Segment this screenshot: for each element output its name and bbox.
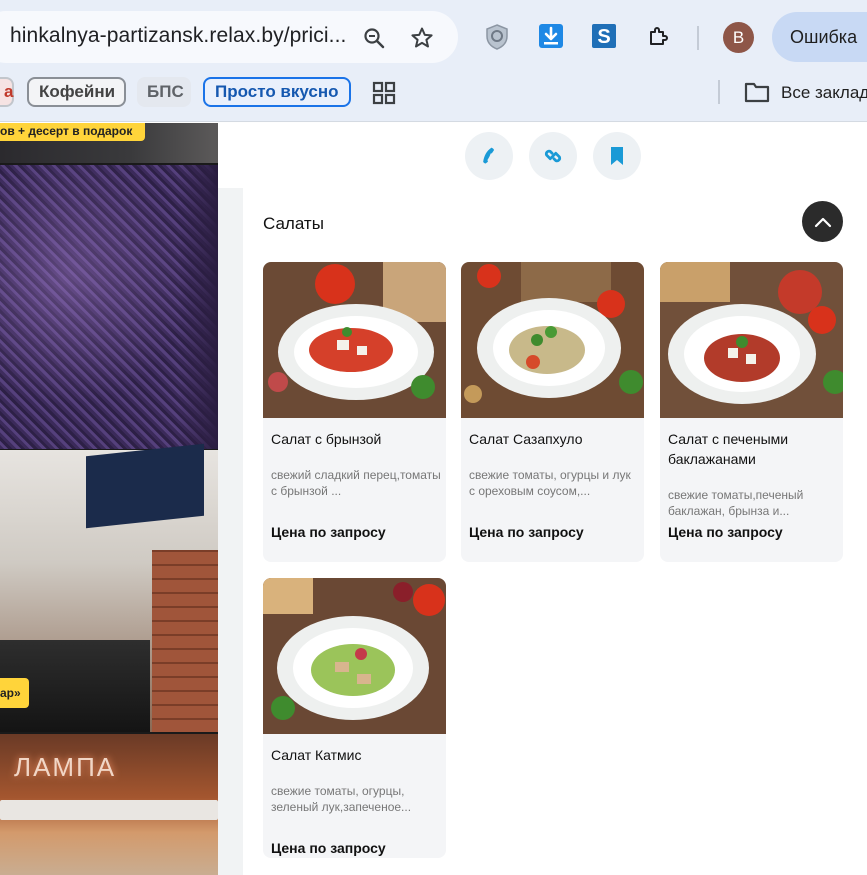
dish-photo[interactable] bbox=[461, 262, 644, 418]
bookmarks-separator bbox=[718, 80, 720, 104]
chevron-up-icon bbox=[814, 217, 831, 227]
photo-sequin-wall[interactable] bbox=[0, 165, 218, 449]
dish-name[interactable]: Салат с брынзой bbox=[271, 429, 441, 449]
dish-description: свежие томаты,печеный баклажан, брынза и… bbox=[668, 488, 804, 518]
extensions-puzzle-icon[interactable] bbox=[643, 20, 675, 52]
photo-bar-interior[interactable] bbox=[0, 443, 218, 732]
section-title: Салаты bbox=[263, 214, 324, 233]
bookmark-star-icon[interactable] bbox=[406, 22, 438, 54]
toolbar-separator bbox=[697, 26, 699, 50]
dish-name[interactable]: Салат Катмис bbox=[271, 745, 441, 765]
call-button[interactable] bbox=[465, 132, 513, 180]
dish-description: свежие томаты, огурцы, зеленый лук,запеч… bbox=[271, 784, 412, 814]
dish-photo[interactable] bbox=[263, 262, 446, 418]
photo-terrace[interactable]: ЛАМПА bbox=[0, 734, 218, 875]
dish-price: Цена по запросу bbox=[668, 524, 783, 540]
svg-text:S: S bbox=[597, 26, 610, 48]
s-extension-icon[interactable]: S bbox=[588, 20, 620, 52]
content-area: Салаты Салат с брынзой свежий сладкий пе… bbox=[218, 188, 867, 875]
bookmark-coffee[interactable]: Кофейни bbox=[27, 77, 126, 107]
collapse-section-button[interactable] bbox=[802, 201, 843, 242]
dish-card[interactable]: Салат Сазапхуло свежие томаты, огурцы и … bbox=[461, 262, 644, 562]
dish-description: свежие томаты, огурцы и лук с ореховым с… bbox=[469, 468, 631, 498]
action-bar bbox=[218, 123, 867, 188]
menu-section-panel: Салаты Салат с брынзой свежий сладкий пе… bbox=[243, 188, 867, 875]
bookmark-partial[interactable]: а bbox=[0, 77, 14, 107]
phone-icon bbox=[483, 147, 494, 164]
apps-grid-icon[interactable] bbox=[372, 81, 396, 105]
link-icon bbox=[544, 149, 562, 163]
dish-price: Цена по запросу bbox=[271, 524, 386, 540]
bookmarks-bar: а Кофейни БПС Просто вкусно Все заклад bbox=[0, 74, 867, 122]
zoom-icon[interactable] bbox=[358, 22, 390, 54]
dish-description: свежий сладкий перец,томаты с брынзой ..… bbox=[271, 468, 441, 498]
bookmark-icon bbox=[611, 147, 623, 165]
download-extension-icon[interactable] bbox=[535, 20, 567, 52]
error-button[interactable]: Ошибка bbox=[772, 12, 867, 62]
dish-name[interactable]: Салат Сазапхуло bbox=[469, 429, 639, 449]
share-link-button[interactable] bbox=[529, 132, 577, 180]
save-bookmark-button[interactable] bbox=[593, 132, 641, 180]
url-text[interactable]: hinkalnya-partizansk.relax.by/prici... bbox=[10, 24, 346, 48]
browser-toolbar: hinkalnya-partizansk.relax.by/prici... S… bbox=[0, 0, 867, 74]
folder-icon[interactable] bbox=[744, 81, 770, 103]
all-bookmarks-label[interactable]: Все заклад bbox=[781, 83, 867, 103]
sign-text: ЛАМПА bbox=[14, 752, 117, 782]
dish-card[interactable]: Салат Катмис свежие томаты, огурцы, зеле… bbox=[263, 578, 446, 858]
bookmark-tasty[interactable]: Просто вкусно bbox=[203, 77, 351, 107]
dish-price: Цена по запросу bbox=[469, 524, 584, 540]
venue-photos-column: ЛАМПА bbox=[0, 123, 218, 875]
dish-price: Цена по запросу bbox=[271, 840, 386, 856]
shield-extension-icon[interactable] bbox=[481, 21, 513, 53]
dish-card[interactable]: Салат с печеными баклажанами свежие тома… bbox=[660, 262, 843, 562]
bookmark-bps[interactable]: БПС bbox=[137, 77, 191, 107]
dish-name[interactable]: Салат с печеными баклажанами bbox=[668, 429, 838, 469]
promo-badge-side[interactable]: ар» bbox=[0, 678, 29, 708]
dish-photo[interactable] bbox=[660, 262, 843, 418]
promo-badge[interactable]: ов + десерт в подарок bbox=[0, 123, 145, 141]
dish-photo[interactable] bbox=[263, 578, 446, 734]
profile-avatar[interactable]: В bbox=[723, 22, 754, 53]
dish-card[interactable]: Салат с брынзой свежий сладкий перец,том… bbox=[263, 262, 446, 562]
